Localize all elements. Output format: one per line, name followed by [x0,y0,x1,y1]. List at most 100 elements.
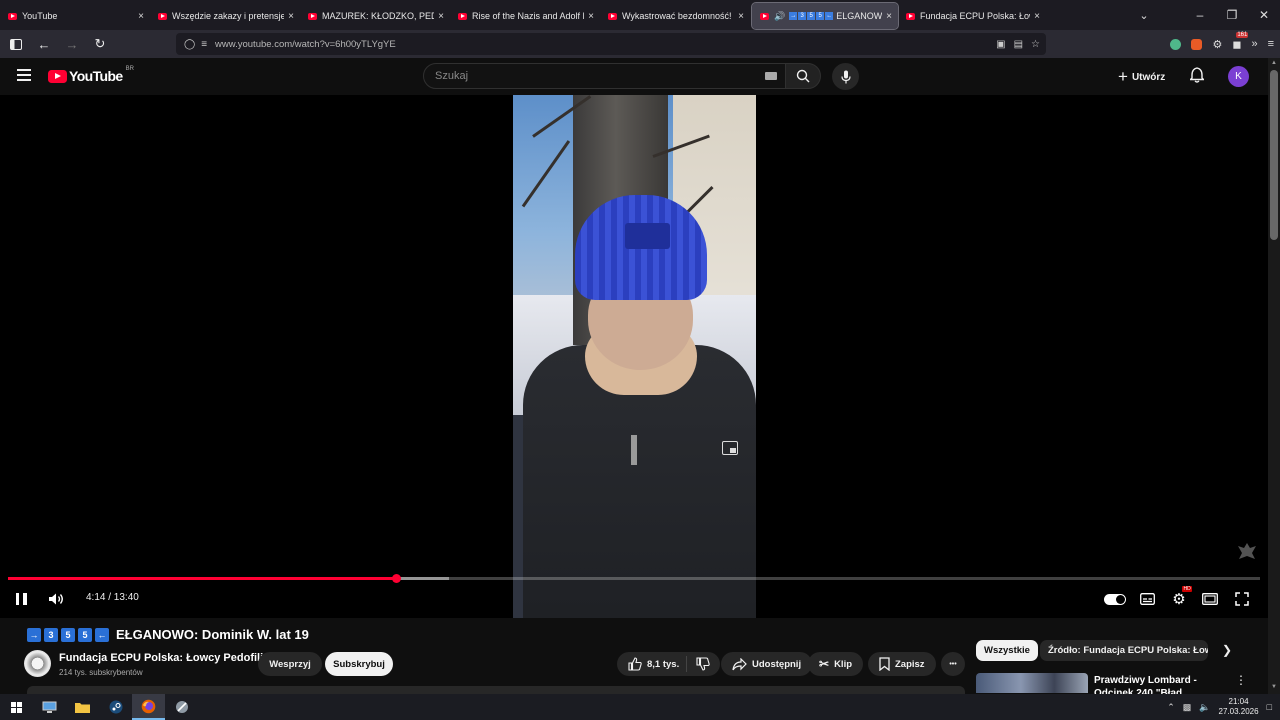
browser-tab[interactable]: MAZUREK: KŁODZKO, PEDOFILI × [300,3,450,29]
vpn-extension-icon[interactable] [1170,38,1182,50]
ublock-extension-icon[interactable]: ◼ 161 [1232,31,1249,51]
tab-list-chevron-icon[interactable]: ⌄ [1124,9,1164,22]
recommendation-title[interactable]: Prawdziwy Lombard - Odcinek 240 "Błąd sy… [1094,674,1229,694]
scroll-down-icon[interactable]: ▼ [1271,684,1277,690]
url-text[interactable]: www.youtube.com/watch?v=6h00yTLYgYE [215,39,996,50]
picture-in-picture-icon[interactable]: ▣ [996,39,1005,50]
windows-start-icon[interactable] [0,694,33,720]
like-button[interactable]: 8,1 tys. [617,652,691,676]
youtube-logo[interactable]: YouTube BR [48,66,134,84]
system-clock[interactable]: 21:04 27.03.2026 [1219,697,1259,717]
browser-tab[interactable]: YouTube × [0,3,150,29]
browser-tab[interactable]: Wykastrować bezdomność! Ust × [600,3,750,29]
subtitles-button[interactable] [1138,587,1156,611]
guide-menu-icon[interactable] [17,69,31,81]
search-icon [796,69,810,83]
tray-overflow-icon[interactable]: ⌃ [1167,702,1175,713]
browser-tab[interactable]: Wszędzie zakazy i pretensje! Lu × [150,3,300,29]
extension-badge-count: 161 [1236,31,1249,38]
progress-bar[interactable] [8,574,1260,583]
fox-extension-icon[interactable] [1191,38,1203,50]
overflow-chevrons-icon[interactable]: » [1251,38,1257,50]
file-explorer-icon[interactable] [66,694,99,720]
tab-close-icon[interactable]: × [738,11,744,22]
volume-button[interactable] [46,587,66,611]
browser-tab-active[interactable]: 🔊 → 3 5 5 ← ELGANOW × [751,2,899,30]
channel-avatar[interactable] [24,650,51,677]
save-button[interactable]: Zapisz [868,652,936,676]
tab-close-icon[interactable]: × [138,11,144,22]
channel-watermark-icon[interactable] [1236,541,1258,561]
reader-view-icon[interactable]: ▤ [1014,39,1023,50]
more-vert-icon[interactable]: ⋮ [1235,673,1247,687]
autoplay-toggle[interactable] [1103,587,1127,611]
voice-search-button[interactable] [832,63,859,90]
scroll-up-icon[interactable]: ▲ [1271,60,1277,66]
youtube-favicon-icon [458,12,467,20]
back-icon[interactable]: ← [32,32,56,56]
volume-tray-icon[interactable]: 🔈 [1199,702,1210,713]
browser-tab[interactable]: Rise of the Nazis and Adolf Hitl × [450,3,600,29]
firefox-icon[interactable] [132,694,165,720]
tab-close-icon[interactable]: × [1034,11,1040,22]
notifications-bell-icon[interactable] [1188,67,1206,88]
tab-close-icon[interactable]: × [886,11,892,22]
steam-icon[interactable] [99,694,132,720]
reload-icon[interactable]: ↻ [88,32,112,56]
restore-icon[interactable]: ❐ [1216,8,1248,22]
tool-app-icon[interactable] [165,694,198,720]
close-window-icon[interactable]: ✕ [1248,8,1280,22]
hd-badge: HD [1182,586,1192,592]
subscribe-button[interactable]: Subskrybuj [325,652,393,676]
tab-close-icon[interactable]: × [588,11,594,22]
channel-name[interactable]: Fundacja ECPU Polska: Łowcy Pedofili [59,652,263,664]
digit-badge: 5 [78,627,92,642]
bookmark-star-icon[interactable]: ☆ [1031,39,1040,50]
plus-icon: + [1118,67,1128,86]
network-icon[interactable]: ▩ [1183,702,1192,713]
tab-close-icon[interactable]: × [288,11,294,22]
scrollbar-thumb[interactable] [1270,70,1278,240]
tracking-shield-icon[interactable]: ◯ [184,39,195,50]
search-button[interactable] [785,63,821,89]
chip-source[interactable]: Źródło: Fundacja ECPU Polska: Łowcy [1040,640,1208,661]
monitor-app-icon[interactable] [33,694,66,720]
chevron-right-icon[interactable]: ❯ [1222,643,1232,657]
scrubber-handle[interactable] [392,574,402,583]
chip-all[interactable]: Wszystkie [976,640,1038,661]
video-title: EŁGANOWO: Dominik W. lat 19 [116,627,309,642]
video-frame[interactable] [513,95,756,618]
account-avatar[interactable]: K [1228,66,1249,87]
app-menu-icon[interactable]: ≡ [1268,38,1274,50]
clip-button[interactable]: ✂ Klip [808,652,864,676]
search-input[interactable]: Szukaj [423,63,786,89]
share-button[interactable]: Udostępnij [721,652,813,676]
page-scrollbar[interactable]: ▲ ▼ [1268,58,1280,694]
address-bar[interactable]: ◯ ≡ www.youtube.com/watch?v=6h00yTLYgYE … [176,33,1046,55]
fullscreen-button[interactable] [1233,587,1251,611]
keyboard-icon[interactable] [765,72,777,80]
settings-button[interactable]: ⚙ HD [1170,586,1192,611]
minimize-icon[interactable]: – [1184,8,1216,22]
forward-icon[interactable]: → [60,32,84,56]
extensions-puzzle-icon[interactable]: ⚙ [1212,38,1222,51]
recommendation-thumbnail[interactable] [976,673,1088,693]
permissions-icon[interactable]: ≡ [201,39,207,50]
notifications-icon[interactable]: □ [1267,702,1272,712]
speaker-icon[interactable]: 🔊 [774,11,785,22]
more-actions-button[interactable]: ••• [941,652,965,676]
dislike-button[interactable] [686,652,720,676]
tab-close-icon[interactable]: × [438,11,444,22]
pause-button[interactable] [12,587,30,611]
theater-mode-button[interactable] [1201,587,1219,611]
browser-tab[interactable]: Fundacja ECPU Polska: Łowcy Pe × [898,3,1046,29]
support-button[interactable]: Wesprzyj [258,652,322,676]
miniplayer-overlay-icon[interactable] [722,441,738,455]
sidebar-toggle-icon[interactable] [4,32,28,56]
share-icon [732,657,747,670]
arrow-left-badge-icon: ← [95,627,109,642]
youtube-favicon-icon [760,12,769,20]
create-button[interactable]: + Utwórz [1118,64,1165,90]
video-player[interactable]: 4:14 / 13:40 ⚙ HD [0,95,1268,618]
description-box[interactable] [27,686,965,694]
